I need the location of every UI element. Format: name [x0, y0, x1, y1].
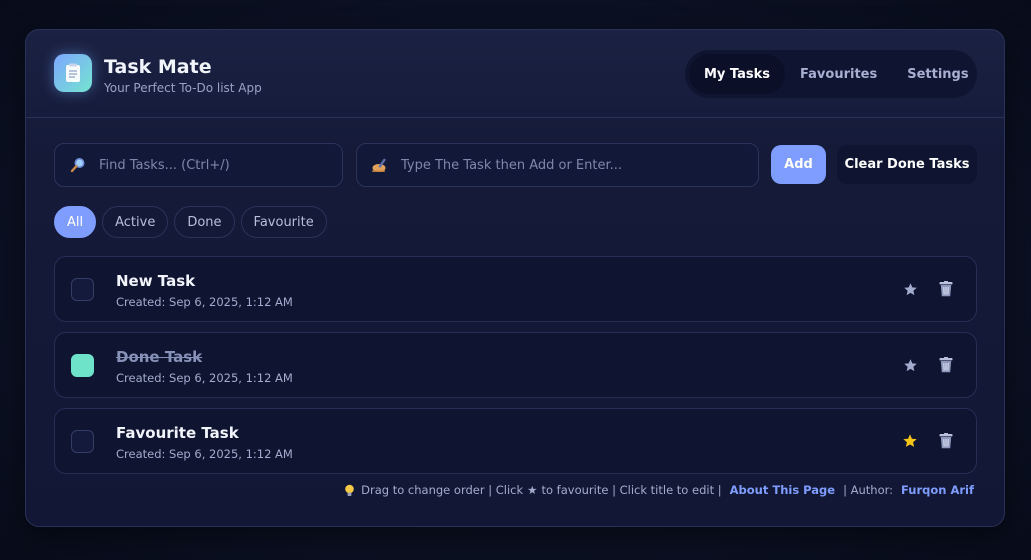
- footer-hint-text-2: to favourite | Click title to edit |: [541, 483, 722, 497]
- trash-icon[interactable]: [936, 278, 956, 300]
- task-title[interactable]: New Task: [116, 272, 195, 290]
- filter-bar: All Active Done Favourite: [54, 206, 327, 238]
- filter-active[interactable]: Active: [102, 206, 169, 238]
- task-checkbox[interactable]: [71, 354, 94, 377]
- task-checkbox[interactable]: [71, 430, 94, 453]
- author-link[interactable]: Furqon Arif: [901, 483, 974, 497]
- new-task-input[interactable]: [401, 144, 758, 186]
- notepad-icon: [54, 54, 92, 92]
- app-subtitle: Your Perfect To-Do list App: [104, 81, 262, 95]
- task-created: Created: Sep 6, 2025, 1:12 AM: [116, 371, 293, 385]
- task-title[interactable]: Favourite Task: [116, 424, 239, 442]
- task-created: Created: Sep 6, 2025, 1:12 AM: [116, 295, 293, 309]
- app-card: Task Mate Your Perfect To-Do list App My…: [25, 29, 1005, 527]
- task-created: Created: Sep 6, 2025, 1:12 AM: [116, 447, 293, 461]
- footer-author-label: | Author:: [843, 483, 894, 497]
- clear-done-button[interactable]: Clear Done Tasks: [837, 145, 977, 184]
- new-task-box: [356, 143, 759, 187]
- star-icon[interactable]: [900, 431, 920, 451]
- main-nav: My Tasks Favourites Settings: [685, 50, 977, 98]
- nav-favourites[interactable]: Favourites: [785, 54, 892, 94]
- task-item[interactable]: Done Task Created: Sep 6, 2025, 1:12 AM: [54, 332, 977, 398]
- task-item[interactable]: New Task Created: Sep 6, 2025, 1:12 AM: [54, 256, 977, 322]
- writing-hand-icon: [371, 157, 389, 173]
- magnifier-icon: [69, 157, 87, 173]
- task-list: New Task Created: Sep 6, 2025, 1:12 AM D…: [54, 256, 977, 484]
- star-icon[interactable]: [900, 355, 920, 375]
- trash-icon[interactable]: [936, 354, 956, 376]
- search-box: [54, 143, 343, 187]
- footer-star-glyph: ★: [527, 483, 538, 497]
- add-button[interactable]: Add: [771, 145, 826, 184]
- star-icon[interactable]: [900, 279, 920, 299]
- app-title: Task Mate: [104, 56, 212, 78]
- lightbulb-icon: [344, 484, 355, 497]
- search-input[interactable]: [99, 144, 342, 186]
- task-title[interactable]: Done Task: [116, 348, 202, 366]
- filter-all[interactable]: All: [54, 206, 97, 238]
- about-page-link[interactable]: About This Page: [730, 483, 835, 497]
- task-item[interactable]: Favourite Task Created: Sep 6, 2025, 1:1…: [54, 408, 977, 474]
- filter-favourite[interactable]: Favourite: [240, 206, 327, 238]
- trash-icon[interactable]: [936, 430, 956, 452]
- app-header: Task Mate Your Perfect To-Do list App My…: [26, 30, 1004, 118]
- nav-settings[interactable]: Settings: [892, 54, 983, 94]
- filter-done[interactable]: Done: [174, 206, 235, 238]
- footer-hint-text-1: Drag to change order | Click: [361, 483, 524, 497]
- footer-hint: Drag to change order | Click ★ to favour…: [344, 483, 974, 497]
- nav-my-tasks[interactable]: My Tasks: [689, 54, 786, 94]
- task-checkbox[interactable]: [71, 278, 94, 301]
